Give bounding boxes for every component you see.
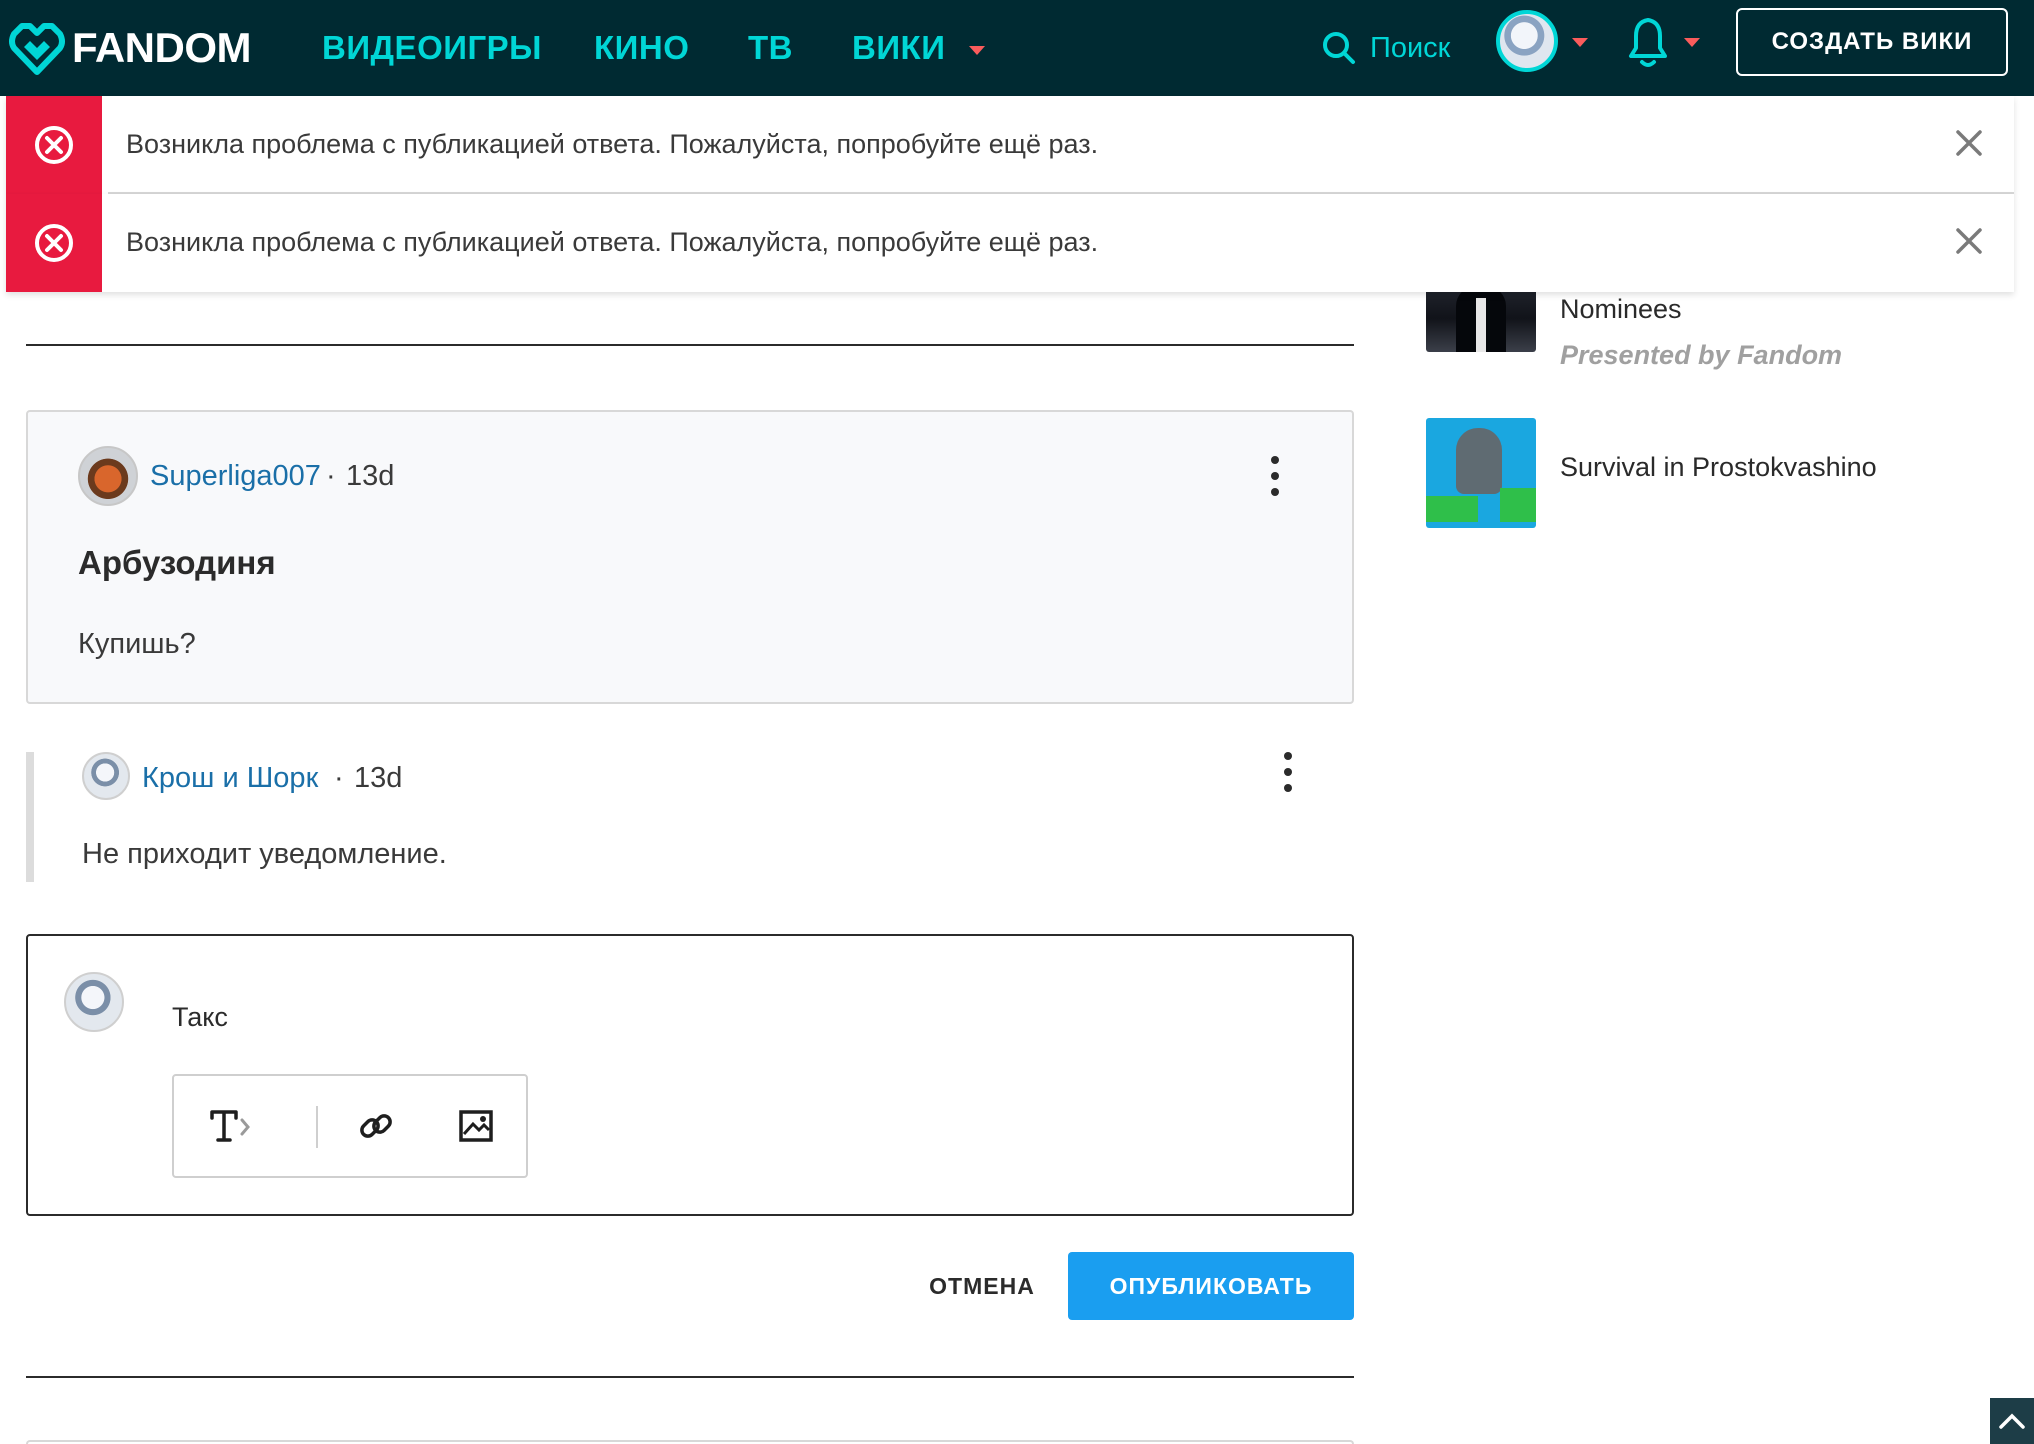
divider xyxy=(26,1376,1354,1378)
fandom-heart-icon xyxy=(9,23,65,75)
close-icon[interactable] xyxy=(1954,226,1984,256)
nav-wikis-label: ВИКИ xyxy=(852,29,946,66)
nav-tv[interactable]: ТВ xyxy=(748,22,793,74)
sidebar-item-title[interactable]: Nominees xyxy=(1560,294,1682,325)
link-icon xyxy=(360,1114,392,1138)
toolbar-separator xyxy=(316,1106,318,1148)
chevron-up-icon xyxy=(1999,1413,2025,1429)
avatar[interactable] xyxy=(78,446,138,506)
post-body: Купишь? xyxy=(78,628,196,660)
error-message: Возникла проблема с публикацией ответа. … xyxy=(126,129,1099,159)
create-wiki-button[interactable]: СОЗДАТЬ ВИКИ xyxy=(1736,8,2008,76)
post-card: Superliga007 · 13d Арбузодиня Купишь? xyxy=(26,410,1354,704)
reply-input-text[interactable]: Такс xyxy=(172,1002,228,1033)
nav-tv-label: ТВ xyxy=(748,29,793,66)
formatting-toolbar xyxy=(172,1074,528,1178)
nav-movies[interactable]: КИНО xyxy=(594,22,689,74)
cancel-button[interactable]: ОТМЕНА xyxy=(912,1254,1052,1318)
nav-videogames-label: ВИДЕОИГРЫ xyxy=(322,29,542,66)
publish-button[interactable]: ОПУБЛИКОВАТЬ xyxy=(1068,1252,1354,1320)
reply-composer[interactable]: Такс xyxy=(26,934,1354,1216)
divider xyxy=(26,344,1354,346)
publish-label: ОПУБЛИКОВАТЬ xyxy=(1109,1272,1313,1299)
avatar[interactable] xyxy=(82,752,130,800)
search-label: Поиск xyxy=(1370,31,1451,64)
reply-indent-bar xyxy=(26,752,34,882)
reply-age: 13d xyxy=(354,762,403,794)
error-message: Возникла проблема с публикацией ответа. … xyxy=(126,227,1099,257)
sidebar-thumbnail-prostokvashino[interactable] xyxy=(1426,418,1536,528)
chevron-down-icon xyxy=(969,45,986,55)
nav-wikis[interactable]: ВИКИ xyxy=(852,22,986,74)
close-icon[interactable] xyxy=(1954,128,1984,158)
link-button[interactable] xyxy=(350,1100,402,1152)
page: FANDOM ВИДЕОИГРЫ КИНО ТВ ВИКИ Поиск СОЗД… xyxy=(0,0,2034,1444)
create-wiki-label: СОЗДАТЬ ВИКИ xyxy=(1771,28,1973,55)
fandom-logo[interactable]: FANDOM xyxy=(8,16,252,80)
reply-author[interactable]: Крош и Шорк xyxy=(142,762,318,795)
post-age: 13d xyxy=(346,460,395,492)
post-separator: · xyxy=(326,460,336,492)
reply-body: Не приходит уведомление. xyxy=(82,838,447,870)
logo-text: FANDOM xyxy=(72,24,252,71)
post-title: Арбузодиня xyxy=(78,544,276,581)
error-banner: Возникла проблема с публикацией ответа. … xyxy=(6,96,2014,194)
next-post-card xyxy=(26,1440,1354,1444)
post-author[interactable]: Superliga007 xyxy=(150,460,321,493)
error-icon xyxy=(6,194,102,292)
user-menu-chevron-icon[interactable] xyxy=(1572,38,1588,47)
error-icon xyxy=(6,96,102,194)
search-icon xyxy=(1323,32,1355,64)
reply-more-options-icon[interactable] xyxy=(1281,752,1295,792)
sidebar-item-title[interactable]: Survival in Prostokvashino xyxy=(1560,452,1877,483)
cancel-label: ОТМЕНА xyxy=(929,1272,1035,1299)
user-avatar-menu[interactable] xyxy=(1496,10,1558,72)
text-format-button[interactable] xyxy=(202,1100,254,1152)
text-format-icon xyxy=(210,1110,250,1142)
reply-separator: · xyxy=(334,762,344,794)
image-icon xyxy=(459,1110,493,1142)
bell-icon[interactable] xyxy=(1628,16,1668,68)
avatar xyxy=(64,972,124,1032)
nav-movies-label: КИНО xyxy=(594,29,690,66)
scroll-to-top-button[interactable] xyxy=(1990,1398,2034,1444)
search-button[interactable]: Поиск xyxy=(1322,22,1450,74)
nav-videogames[interactable]: ВИДЕОИГРЫ xyxy=(322,22,542,74)
image-button[interactable] xyxy=(450,1100,502,1152)
sidebar-presented-by: Presented by Fandom xyxy=(1560,340,1843,370)
error-banner: Возникла проблема с публикацией ответа. … xyxy=(6,194,2014,292)
top-navigation: FANDOM ВИДЕОИГРЫ КИНО ТВ ВИКИ Поиск СОЗД… xyxy=(0,0,2034,96)
notifications-chevron-icon[interactable] xyxy=(1684,38,1700,47)
post-more-options-icon[interactable] xyxy=(1268,456,1282,496)
